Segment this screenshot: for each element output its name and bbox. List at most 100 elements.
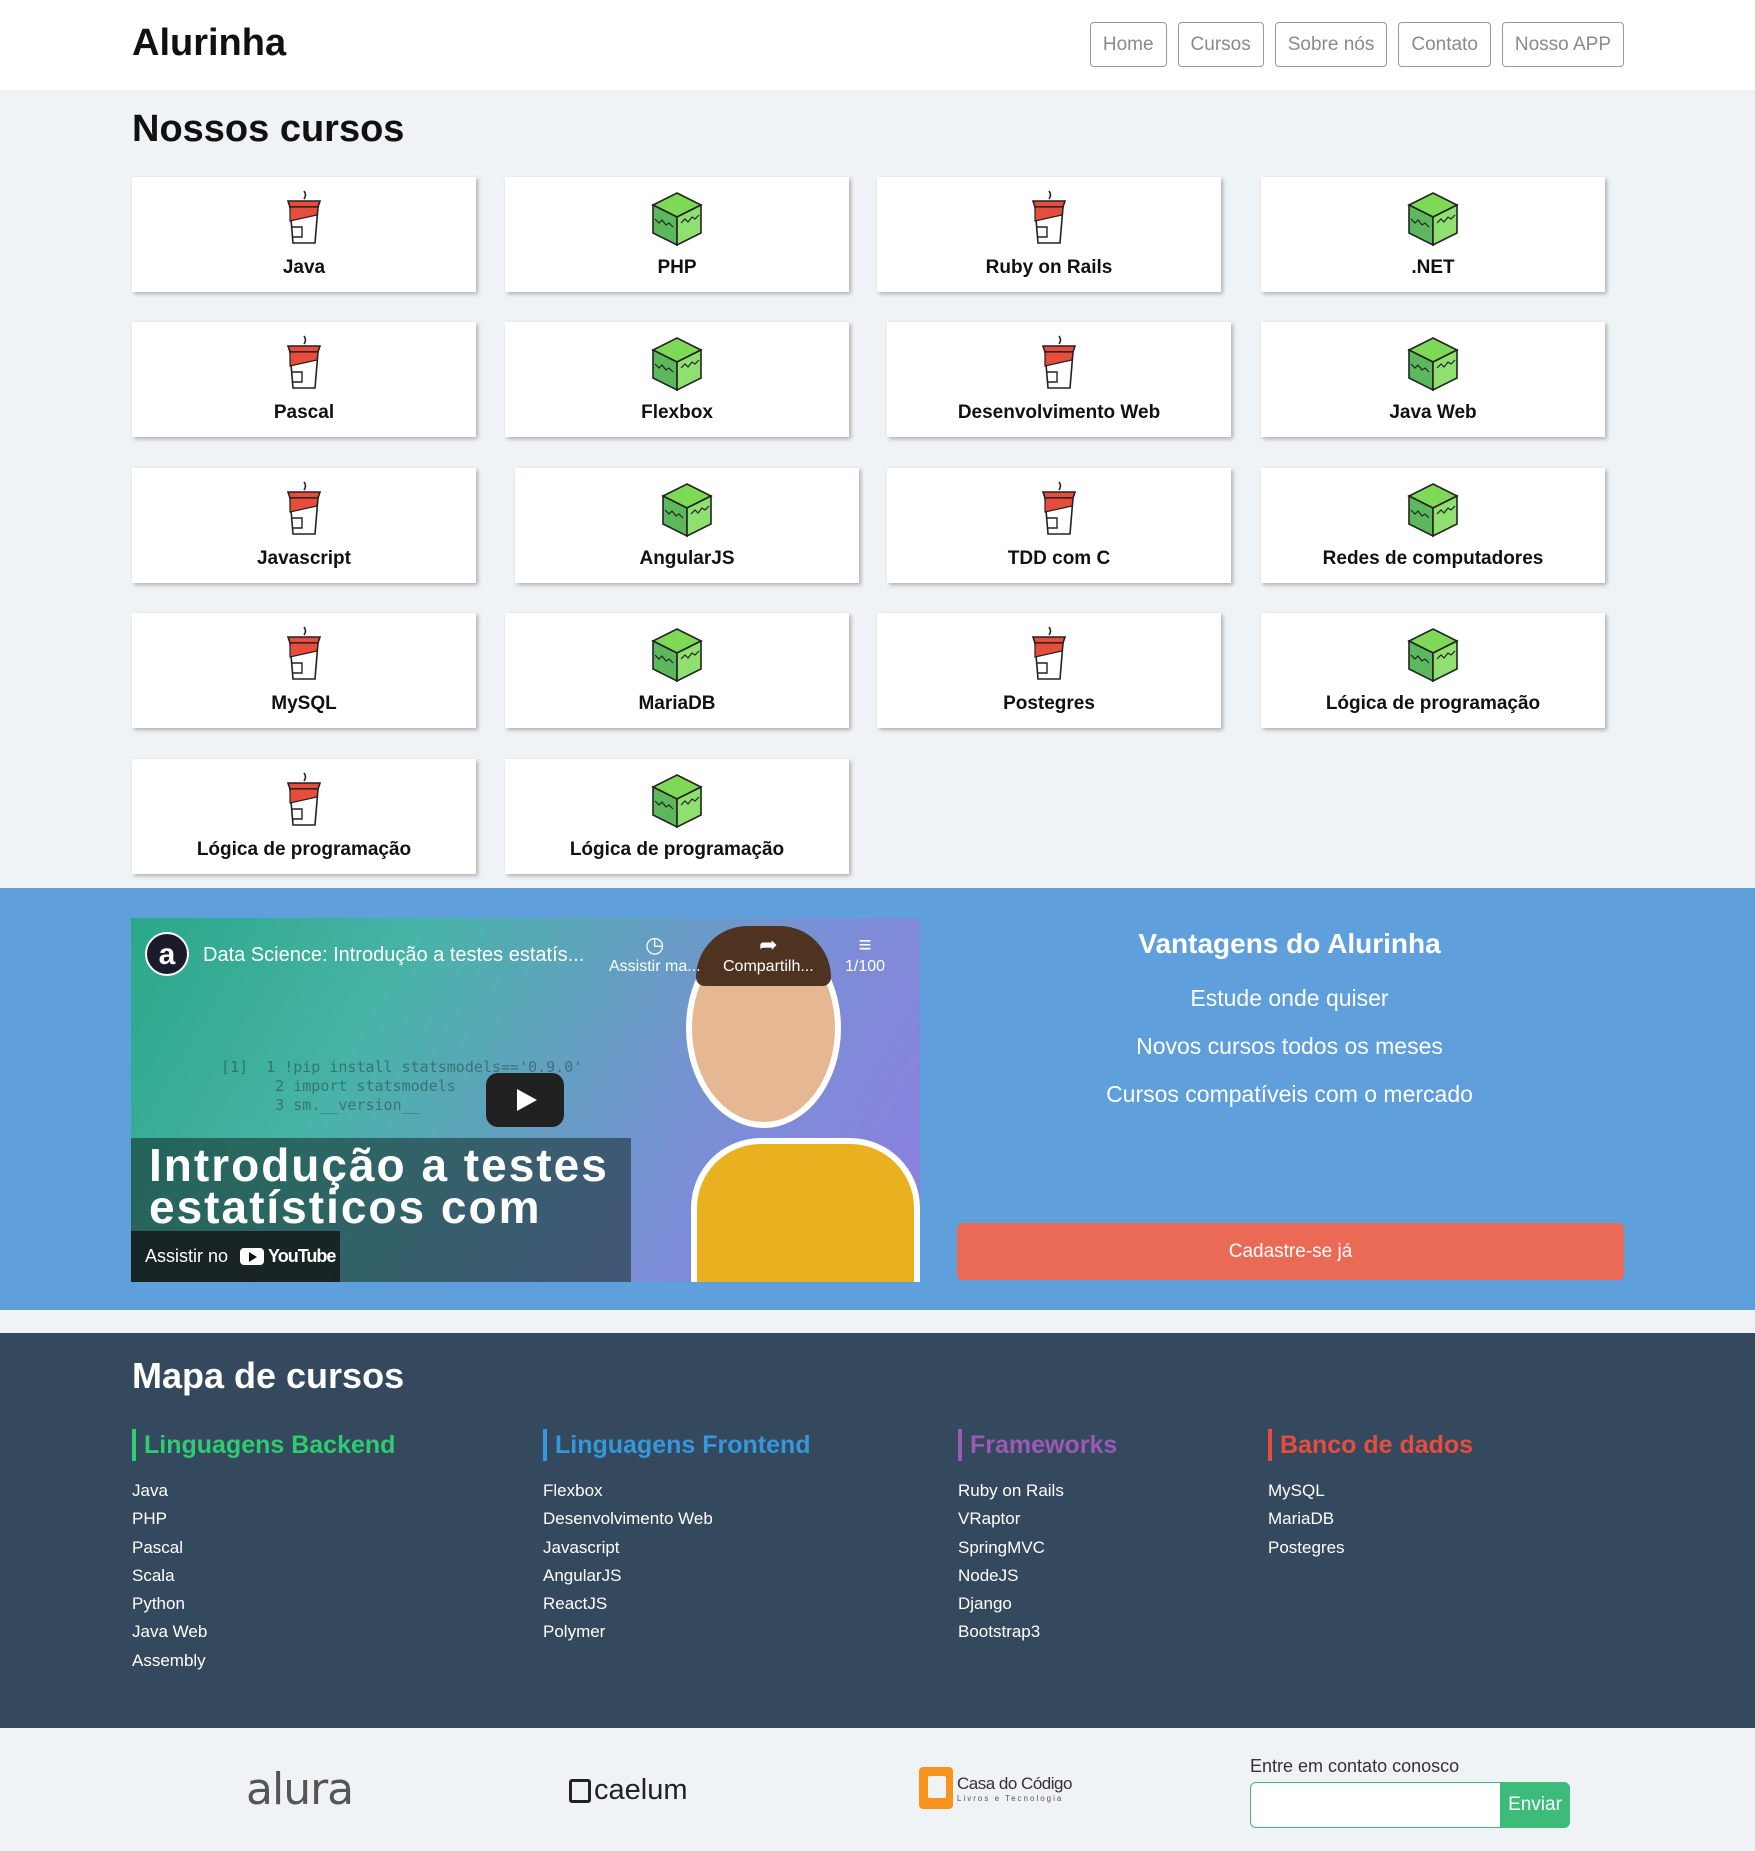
course-card-label: Lógica de programação [569,839,785,860]
cup-icon [1032,626,1066,680]
map-course-link[interactable]: Javascript [543,1534,811,1562]
course-card[interactable]: Flexbox [505,322,849,437]
course-card[interactable]: Lógica de programação [505,759,849,874]
course-card-label: Redes de computadores [1322,548,1544,569]
video-thumbnail-text: Introdução a testes estatísticos com [149,1139,609,1233]
presenter-shirt [691,1138,920,1282]
course-card[interactable]: TDD com C [887,468,1231,583]
cup-icon [287,481,321,535]
map-course-link[interactable]: Desenvolvimento Web [543,1505,811,1533]
course-card[interactable]: Javascript [132,468,476,583]
courses-title: Nossos cursos [132,108,405,150]
course-card[interactable]: Postegres [877,613,1221,728]
map-course-link[interactable]: ReactJS [543,1590,811,1618]
advantages-section: [1] 1 !pip install statsmodels=='0.9.0' … [0,888,1755,1310]
course-card[interactable]: Redes de computadores [1261,468,1605,583]
caelum-logo[interactable]: caelum [569,1774,688,1807]
course-card[interactable]: PHP [505,177,849,292]
cube-icon [662,483,712,537]
map-column-title: Linguagens Frontend [543,1429,811,1461]
advantage-item: Novos cursos todos os meses [1136,1033,1443,1059]
course-card-label: Desenvolvimento Web [957,402,1161,423]
cup-icon [287,626,321,680]
cube-icon [652,192,702,246]
cup-icon [1032,190,1066,244]
map-column: Frameworks Ruby on Rails VRaptor SpringMVC N… [958,1429,1117,1647]
course-card-label: Flexbox [641,402,713,423]
course-card[interactable]: AngularJS [515,468,859,583]
share-icon: ➦ [759,932,778,957]
course-card[interactable]: Java [132,177,476,292]
site-logo[interactable]: Alurinha [132,22,286,65]
map-course-link[interactable]: NodeJS [958,1562,1117,1590]
map-course-link[interactable]: VRaptor [958,1505,1117,1533]
course-card-label: Java [282,257,326,278]
casa-do-codigo-icon [919,1767,953,1809]
course-card[interactable]: Lógica de programação [132,759,476,874]
course-card[interactable]: .NET [1261,177,1605,292]
map-column-title: Frameworks [958,1429,1117,1461]
course-card-label: Ruby on Rails [985,257,1113,278]
youtube-video-embed[interactable]: [1] 1 !pip install statsmodels=='0.9.0' … [131,918,920,1282]
map-course-link[interactable]: Java [132,1477,395,1505]
share-button[interactable]: ➦ Compartilh... [723,932,814,976]
channel-avatar[interactable]: a [145,932,189,976]
map-course-link[interactable]: Postegres [1268,1534,1473,1562]
nav-cursos-button[interactable]: Cursos [1177,22,1264,67]
course-card[interactable]: Ruby on Rails [877,177,1221,292]
watch-later-button[interactable]: ◷ Assistir ma... [609,932,701,976]
contact-email-input[interactable] [1250,1782,1501,1828]
site-header: Alurinha Home Cursos Sobre nós Contato N… [0,0,1755,90]
cube-icon [652,337,702,391]
watch-on-youtube-button[interactable]: Assistir no YouTube [131,1231,340,1282]
courses-map: Mapa de cursos Linguagens Backend Java PHP… [0,1333,1755,1728]
map-course-link[interactable]: Django [958,1590,1117,1618]
advantages-title: Vantagens do Alurinha [1138,928,1441,959]
cube-icon [1408,483,1458,537]
cube-icon [652,628,702,682]
course-card[interactable]: MySQL [132,613,476,728]
course-card-label: TDD com C [1007,548,1111,569]
course-card[interactable]: Desenvolvimento Web [887,322,1231,437]
map-course-link[interactable]: PHP [132,1505,395,1533]
playlist-button[interactable]: ≡ 1/100 [845,932,885,976]
map-course-link[interactable]: Flexbox [543,1477,811,1505]
course-card-label: PHP [657,257,697,278]
casa-do-codigo-logo[interactable]: Casa do Código Livros e Tecnologia [919,1767,1072,1809]
map-course-link[interactable]: Scala [132,1562,395,1590]
course-card-label: MariaDB [638,693,716,714]
nav-contato-button[interactable]: Contato [1398,22,1491,67]
map-course-link[interactable]: MariaDB [1268,1505,1473,1533]
map-course-link[interactable]: Bootstrap3 [958,1618,1117,1646]
map-course-link[interactable]: AngularJS [543,1562,811,1590]
course-card[interactable]: MariaDB [505,613,849,728]
cup-icon [287,190,321,244]
playlist-icon: ≡ [858,932,872,957]
cup-icon [1042,481,1076,535]
signup-button[interactable]: Cadastre-se já [957,1223,1624,1280]
map-title: Mapa de cursos [132,1355,405,1396]
map-column: Linguagens Frontend Flexbox Desenvolviment… [543,1429,811,1647]
video-title[interactable]: Data Science: Introdução a testes estatí… [203,944,584,967]
map-course-link[interactable]: Assembly [132,1647,395,1675]
map-course-link[interactable]: SpringMVC [958,1534,1117,1562]
course-card[interactable]: Pascal [132,322,476,437]
alura-logo[interactable]: alura [246,1764,354,1815]
send-button[interactable]: Enviar [1500,1782,1570,1828]
course-card[interactable]: Lógica de programação [1261,613,1605,728]
map-course-link[interactable]: Polymer [543,1618,811,1646]
map-course-link[interactable]: Java Web [132,1618,395,1646]
nav-app-button[interactable]: Nosso APP [1501,22,1624,67]
nav-sobre-button[interactable]: Sobre nós [1274,22,1388,67]
clock-icon: ◷ [645,932,665,957]
course-card-label: Postegres [1003,693,1095,714]
play-button[interactable] [486,1073,564,1127]
map-course-link[interactable]: MySQL [1268,1477,1473,1505]
nav-home-button[interactable]: Home [1089,22,1167,67]
course-card[interactable]: Java Web [1261,322,1605,437]
map-course-link[interactable]: Ruby on Rails [958,1477,1117,1505]
map-course-link[interactable]: Pascal [132,1534,395,1562]
course-card-label: Lógica de programação [1325,693,1541,714]
advantage-item: Cursos compatíveis com o mercado [1106,1081,1473,1107]
map-course-link[interactable]: Python [132,1590,395,1618]
